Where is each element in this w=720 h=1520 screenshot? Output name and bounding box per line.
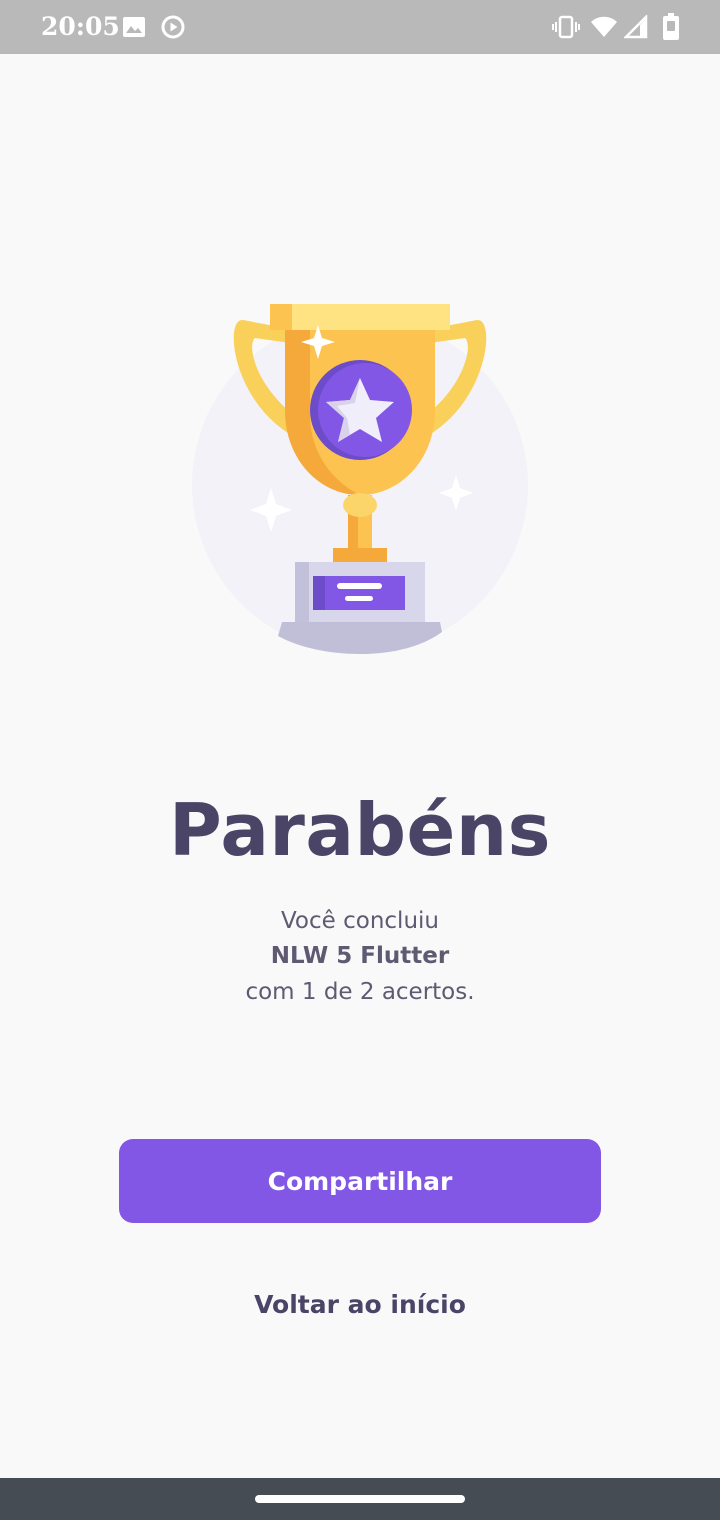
home-gesture-handle[interactable] [255, 1495, 465, 1503]
wifi-icon [590, 15, 618, 43]
status-bar: 20:05 [0, 0, 720, 54]
result-title: Parabéns [169, 788, 551, 872]
vibrate-icon [552, 15, 580, 43]
signal-icon [622, 13, 648, 43]
trophy-icon [185, 300, 535, 660]
play-circle-icon [161, 15, 185, 43]
result-line-completed: Você concluiu [280, 908, 439, 934]
navigation-bar [0, 1478, 720, 1520]
image-icon [122, 16, 146, 42]
result-score: com 1 de 2 acertos. [245, 979, 475, 1005]
share-button[interactable]: Compartilhar [119, 1139, 601, 1223]
battery-icon [662, 13, 680, 45]
status-time: 20:05 [41, 12, 120, 41]
share-button-label: Compartilhar [267, 1166, 453, 1196]
quiz-name: NLW 5 Flutter [270, 943, 450, 969]
back-to-home-button[interactable]: Voltar ao início [0, 1290, 720, 1319]
